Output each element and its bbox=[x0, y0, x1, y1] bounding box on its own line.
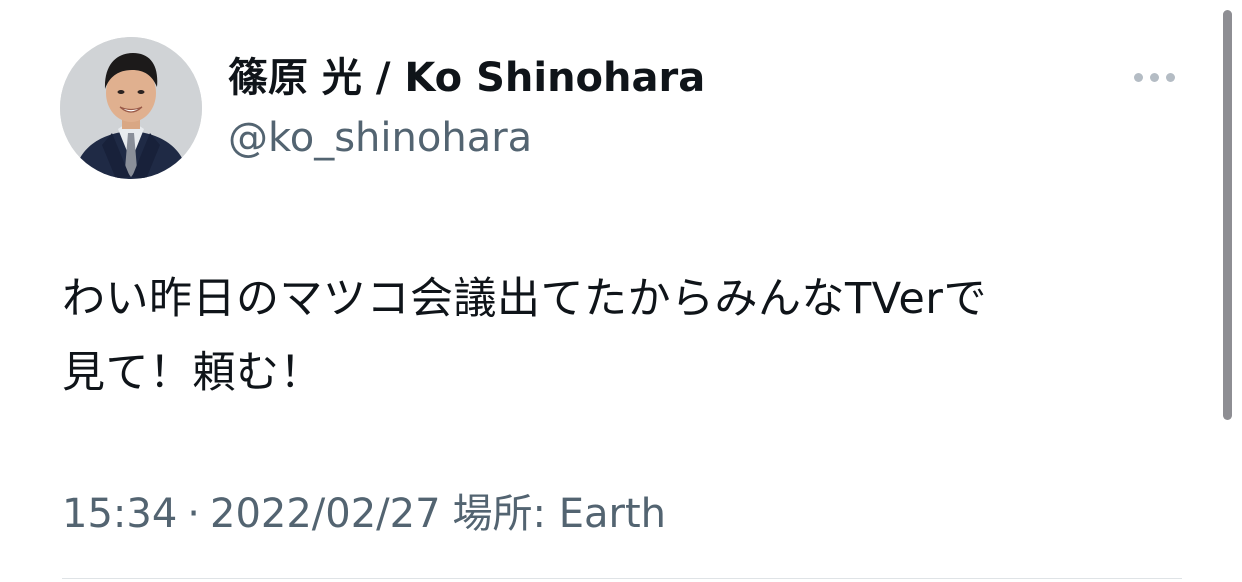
scrollbar[interactable] bbox=[1223, 10, 1232, 420]
divider bbox=[62, 578, 1182, 579]
tweet-time[interactable]: 15:34 bbox=[62, 491, 177, 537]
display-name[interactable]: 篠原 光 / Ko Shinohara bbox=[228, 52, 705, 104]
tweet-text: わい昨日のマツコ会議出てたからみんなTVerで 見て！頼む！ bbox=[62, 262, 1172, 410]
tweet-date[interactable]: 2022/02/27 bbox=[210, 491, 441, 537]
user-handle[interactable]: @ko_shinohara bbox=[228, 112, 532, 164]
more-options-icon-dot bbox=[1165, 72, 1175, 82]
location-label: 場所: bbox=[452, 491, 547, 537]
profile-photo-icon bbox=[60, 37, 202, 179]
tweet-location[interactable]: Earth bbox=[559, 491, 666, 537]
more-options-icon bbox=[1133, 72, 1143, 82]
more-options-icon-dot bbox=[1149, 72, 1159, 82]
meta-separator: · bbox=[187, 491, 200, 537]
tweet-text-line-1: わい昨日のマツコ会議出てたからみんなTVerで bbox=[62, 274, 987, 324]
more-options-button[interactable] bbox=[1126, 62, 1182, 92]
tweet-meta: 15:34 · 2022/02/27 場所: Earth bbox=[62, 488, 666, 540]
tweet-text-line-2: 見て！頼む！ bbox=[62, 348, 323, 398]
avatar[interactable] bbox=[60, 37, 202, 179]
tweet-card: 篠原 光 / Ko Shinohara @ko_shinohara わい昨日のマ… bbox=[0, 0, 1242, 582]
